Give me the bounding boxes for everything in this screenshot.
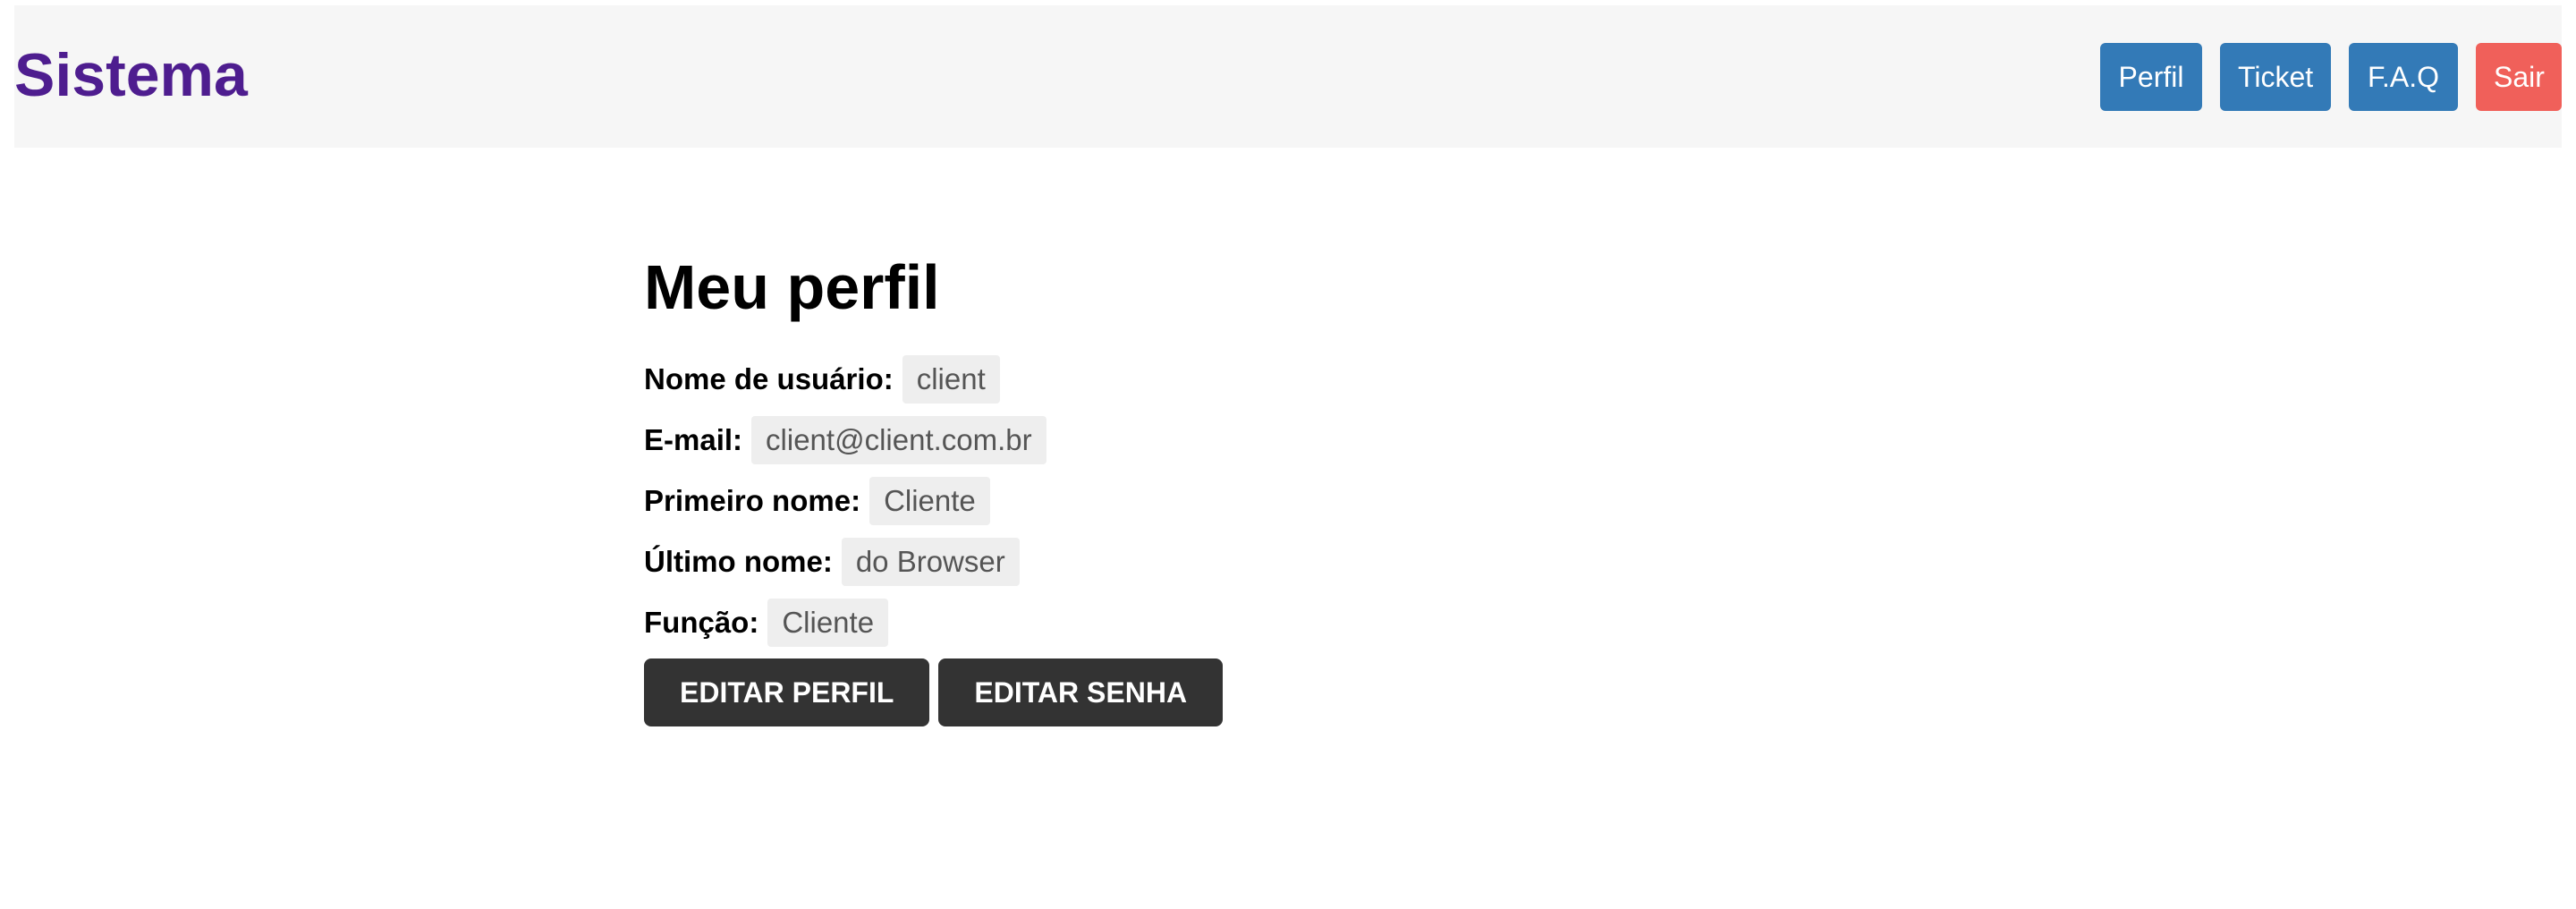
nav-buttons: Perfil Ticket F.A.Q Sair	[2100, 43, 2562, 111]
page: Sistema Perfil Ticket F.A.Q Sair Meu per…	[0, 0, 2576, 909]
field-label: Primeiro nome:	[644, 484, 861, 517]
field-last-name: Último nome: do Browser	[644, 537, 1223, 587]
field-label: E-mail:	[644, 423, 743, 456]
field-label: Nome de usuário:	[644, 362, 894, 395]
field-value: client	[902, 355, 1000, 404]
edit-profile-button[interactable]: EDITAR PERFIL	[644, 658, 930, 726]
navbar: Sistema Perfil Ticket F.A.Q Sair	[14, 5, 2562, 148]
field-value: client@client.com.br	[751, 416, 1046, 464]
edit-password-button[interactable]: EDITAR SENHA	[938, 658, 1224, 726]
page-title: Meu perfil	[644, 252, 940, 322]
brand-logo[interactable]: Sistema	[14, 45, 248, 106]
profile-actions: EDITAR PERFIL EDITAR SENHA	[644, 658, 1224, 726]
profile-section: Meu perfil Nome de usuário: client E-mai…	[644, 252, 1224, 726]
field-value: Cliente	[869, 477, 990, 525]
nav-ticket-button[interactable]: Ticket	[2220, 43, 2331, 111]
field-label: Função:	[644, 606, 759, 639]
field-label: Último nome:	[644, 545, 833, 578]
field-value: do Browser	[841, 538, 1020, 586]
field-email: E-mail: client@client.com.br	[644, 415, 1223, 465]
field-first-name: Primeiro nome: Cliente	[644, 476, 1223, 526]
field-value: Cliente	[767, 599, 889, 647]
nav-logout-button[interactable]: Sair	[2476, 43, 2562, 111]
nav-faq-button[interactable]: F.A.Q	[2349, 43, 2458, 111]
field-username: Nome de usuário: client	[644, 354, 1223, 404]
nav-perfil-button[interactable]: Perfil	[2100, 43, 2202, 111]
field-role: Função: Cliente	[644, 598, 1223, 648]
